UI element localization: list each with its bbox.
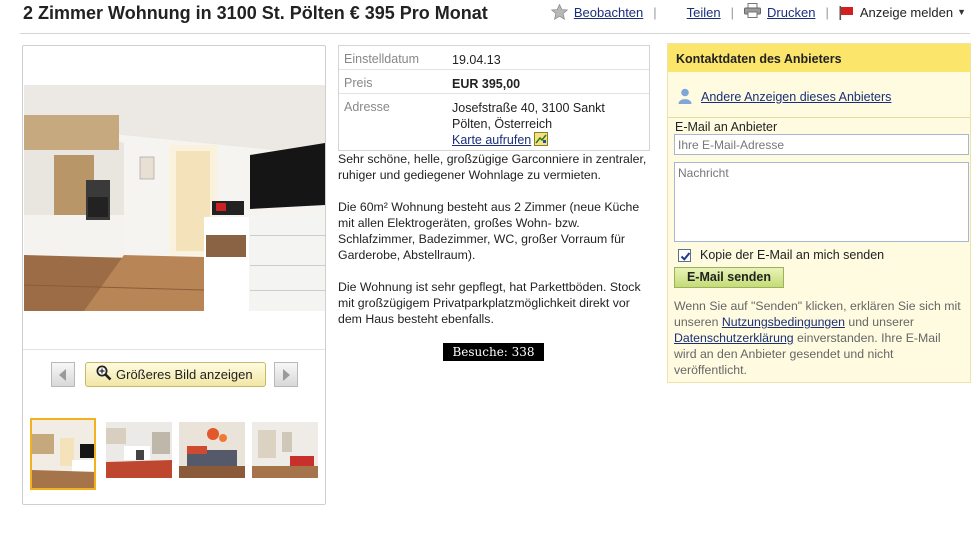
address-line-1: Josefstraße 40, 3100 Sankt xyxy=(452,101,605,115)
contact-heading: Kontaktdaten des Anbieters xyxy=(668,44,970,72)
star-icon[interactable] xyxy=(550,3,569,21)
privacy-link[interactable]: Datenschutzerklärung xyxy=(674,331,794,345)
message-input[interactable] xyxy=(674,162,969,242)
listing-description: Sehr schöne, helle, großzügige Garconnie… xyxy=(338,151,648,343)
description-paragraph: Sehr schöne, helle, großzügige Garconnie… xyxy=(338,152,647,182)
bigger-image-label: Größeres Bild anzeigen xyxy=(116,367,253,382)
thumbnail[interactable] xyxy=(252,422,318,478)
detail-row-date: Einstelldatum 19.04.13 xyxy=(339,46,649,70)
printer-icon[interactable] xyxy=(744,3,762,21)
divider: | xyxy=(825,4,829,20)
detail-row-address: Adresse Josefstraße 40, 3100 Sankt Pölte… xyxy=(339,94,649,152)
zoom-icon xyxy=(96,365,112,384)
thumbnail[interactable] xyxy=(179,422,245,478)
report-link[interactable]: Anzeige melden xyxy=(860,5,953,20)
date-label: Einstelldatum xyxy=(344,52,420,66)
email-input[interactable] xyxy=(674,134,969,155)
divider: | xyxy=(653,4,657,20)
map-icon[interactable] xyxy=(534,132,549,150)
copy-label: Kopie der E-Mail an mich senden xyxy=(700,248,885,262)
terms-link[interactable]: Nutzungsbedingungen xyxy=(722,315,845,329)
detail-row-price: Preis EUR 395,00 xyxy=(339,70,649,94)
header-divider xyxy=(20,33,970,34)
photo-gallery: Größeres Bild anzeigen xyxy=(22,45,326,505)
thumbnail-strip xyxy=(30,418,320,490)
watch-link[interactable]: Beobachten xyxy=(574,5,643,20)
thumbnail[interactable] xyxy=(106,422,172,478)
price-value: EUR 395,00 xyxy=(452,77,521,91)
address-value: Josefstraße 40, 3100 Sankt Pölten, Öster… xyxy=(452,100,605,150)
divider: | xyxy=(730,4,735,20)
main-photo[interactable] xyxy=(24,85,325,311)
address-label: Adresse xyxy=(344,100,390,114)
share-link[interactable]: Teilen xyxy=(687,5,721,20)
copy-checkbox[interactable] xyxy=(678,248,691,262)
copy-option: Kopie der E-Mail an mich senden xyxy=(678,247,884,263)
thumbnail[interactable] xyxy=(30,418,96,490)
other-ads-link[interactable]: Andere Anzeigen dieses Anbieters xyxy=(701,90,891,104)
gallery-divider xyxy=(23,349,325,350)
description-paragraph: Die Wohnung ist sehr gepflegt, hat Parke… xyxy=(338,280,641,326)
description-paragraph: Die 60m² Wohnung besteht aus 2 Zimmer (n… xyxy=(338,200,640,262)
chevron-down-icon[interactable]: ▼ xyxy=(957,7,966,17)
legal-notice: Wenn Sie auf "Senden" klicken, erklären … xyxy=(674,298,966,378)
contact-divider xyxy=(668,117,970,118)
details-table: Einstelldatum 19.04.13 Preis EUR 395,00 … xyxy=(338,45,650,151)
email-label: E-Mail an Anbieter xyxy=(675,120,778,134)
previous-image-button[interactable] xyxy=(51,362,75,387)
date-value: 19.04.13 xyxy=(452,53,501,67)
price-label: Preis xyxy=(344,76,373,90)
print-link[interactable]: Drucken xyxy=(767,5,815,20)
send-email-button[interactable]: E-Mail senden xyxy=(674,267,784,288)
user-icon xyxy=(678,88,692,107)
address-line-2: Pölten, Österreich xyxy=(452,117,553,131)
contact-panel: Kontaktdaten des Anbieters Andere Anzeig… xyxy=(667,43,971,383)
next-image-button[interactable] xyxy=(274,362,298,387)
gallery-controls: Größeres Bild anzeigen xyxy=(23,362,325,388)
bigger-image-button[interactable]: Größeres Bild anzeigen xyxy=(85,362,266,387)
listing-actions: Beobachten | Teilen | Drucken | Anzeige … xyxy=(550,3,966,21)
legal-text: und unserer xyxy=(844,315,914,329)
page-title: 2 Zimmer Wohnung in 3100 St. Pölten € 39… xyxy=(23,3,488,23)
map-link[interactable]: Karte aufrufen xyxy=(452,133,531,147)
flag-icon[interactable] xyxy=(839,5,854,20)
visit-counter: Besuche: 338 xyxy=(443,343,544,361)
other-ads-row: Andere Anzeigen dieses Anbieters xyxy=(678,88,891,106)
